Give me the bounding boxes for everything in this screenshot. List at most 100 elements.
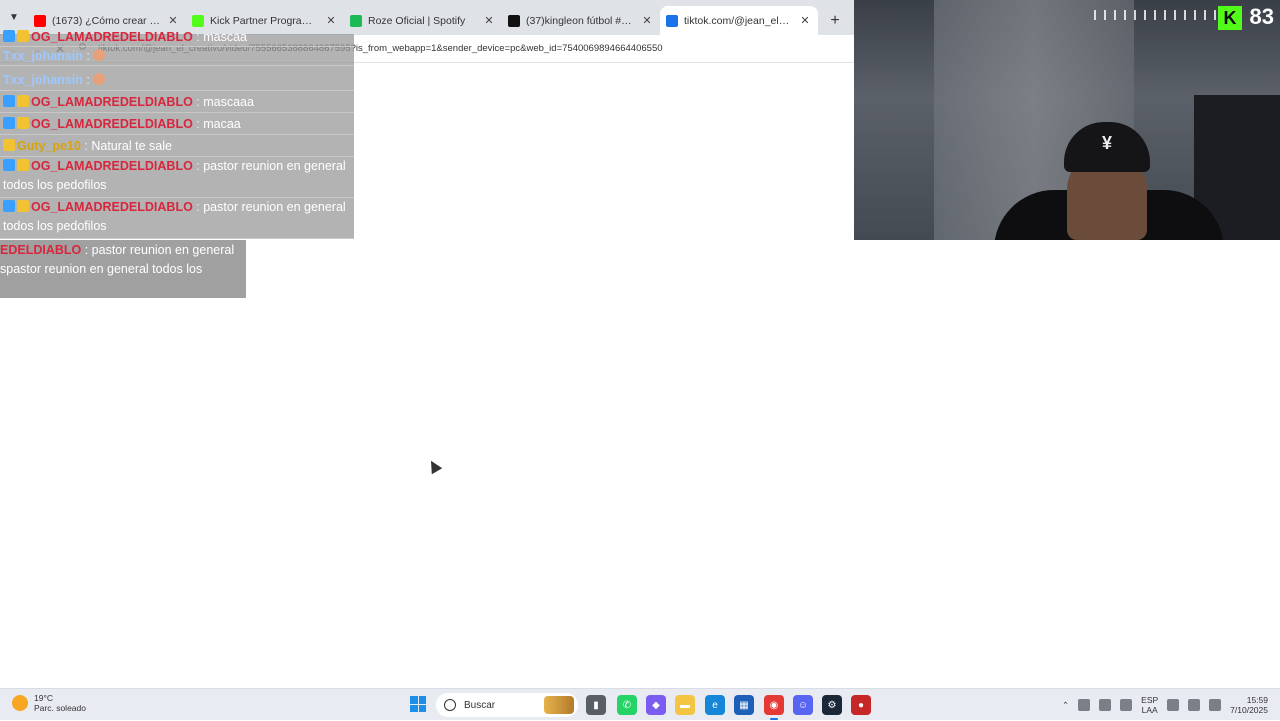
chat-message: OG_LAMADREDELDIABLO : mascaaa — [0, 91, 354, 113]
close-tab-icon[interactable]: ✕ — [798, 14, 812, 27]
tab-title: Kick Partner Program - Kick Da — [210, 14, 318, 27]
chat-username[interactable]: Guty_pe10 — [17, 139, 81, 153]
chevron-up-icon[interactable]: ⌃ — [1062, 700, 1069, 711]
subscriber-badge-icon — [3, 95, 15, 107]
chat-overlay: OG_LAMADREDELDIABLO : mascaa Txx_johansin… — [0, 30, 354, 239]
weather-widget[interactable]: 19°C Parc. soleado — [12, 693, 86, 713]
weather-icon — [12, 695, 28, 711]
new-tab-button[interactable]: + — [822, 6, 848, 35]
copilot-icon[interactable]: ◆ — [646, 695, 666, 715]
chat-message: OG_LAMADREDELDIABLO : macaa — [0, 113, 354, 135]
close-tab-icon[interactable]: ✕ — [166, 14, 180, 27]
chat-separator: : — [82, 73, 94, 87]
security-icon[interactable] — [1099, 699, 1112, 711]
chat-message: OG_LAMADREDELDIABLO : pastor reunion en … — [0, 157, 354, 198]
clock-date: 7/10/2025 — [1230, 705, 1268, 715]
search-highlight-image — [544, 696, 574, 714]
kick-icon — [192, 14, 204, 27]
browser-tab[interactable]: Roze Oficial | Spotify ✕ — [344, 6, 502, 35]
close-tab-icon[interactable]: ✕ — [640, 14, 654, 27]
language-indicator[interactable]: ESP LAA — [1141, 695, 1158, 715]
chat-text: macaa — [203, 117, 241, 131]
chat-text: Natural te sale — [91, 139, 172, 153]
chat-separator: : — [80, 139, 92, 153]
whatsapp-icon[interactable]: ✆ — [617, 695, 637, 715]
chat-overflow-message: EDELDIABLO : pastor reunion en general s… — [0, 240, 246, 298]
crown-badge-icon — [17, 30, 29, 42]
mouse-cursor — [425, 457, 443, 475]
start-button[interactable] — [410, 696, 426, 712]
chat-username[interactable]: OG_LAMADREDELDIABLO — [31, 117, 193, 131]
subscriber-badge-icon — [3, 117, 15, 129]
emote-icon — [93, 49, 106, 61]
app-icon[interactable]: ● — [851, 695, 871, 715]
system-tray: ⌃ ESP LAA 15:59 7/10/2025 — [1062, 689, 1280, 721]
tab-title: (1673) ¿Cómo crear el mejor se — [52, 14, 160, 27]
tiktok-icon — [508, 14, 520, 27]
file-explorer-icon[interactable]: ▮ — [586, 695, 606, 715]
kick-logo: K — [1218, 6, 1242, 30]
browser-tab[interactable]: (37)kingleon fútbol #kingleonc ✕ — [502, 6, 660, 35]
chat-text-line2: spastor reunion en general todos los — [0, 262, 203, 276]
volume-icon[interactable] — [1188, 699, 1201, 711]
chat-text: mascaa — [203, 30, 248, 44]
tab-title: Roze Oficial | Spotify — [368, 14, 466, 27]
chat-username[interactable]: OG_LAMADREDELDIABLO — [31, 200, 193, 214]
crown-badge-icon — [3, 139, 15, 151]
chat-message: Txx_johansin : — [0, 47, 354, 66]
network-icon[interactable] — [1167, 699, 1180, 711]
crown-badge-icon — [17, 200, 29, 212]
language-code: ESP — [1141, 695, 1159, 705]
webcam-feed: ¥ K 83 — [854, 0, 1280, 240]
chat-username[interactable]: OG_LAMADREDELDIABLO — [31, 30, 193, 44]
chat-separator: : — [82, 49, 94, 63]
folder-icon[interactable]: ▬ — [675, 695, 695, 715]
emote-icon — [93, 73, 106, 85]
chat-username[interactable]: OG_LAMADREDELDIABLO — [31, 159, 193, 173]
chat-separator: : — [81, 243, 92, 257]
clock[interactable]: 15:59 7/10/2025 — [1230, 695, 1268, 715]
taskbar: 19°C Parc. soleado Buscar ▮ ✆ ◆ ▬ e ▦ ◉ ☺ ⚙ ● ⌃ E… — [0, 688, 1280, 720]
tab-title: tiktok.com/@jean_el_creativo/v — [684, 14, 792, 27]
chat-separator: : — [192, 159, 204, 173]
discord-icon[interactable]: ☺ — [793, 695, 813, 715]
chat-username[interactable]: OG_LAMADREDELDIABLO — [31, 95, 193, 109]
spotify-icon — [350, 14, 362, 27]
string-lights — [1094, 10, 1224, 20]
close-tab-icon[interactable]: ✕ — [324, 14, 338, 27]
search-icon — [444, 699, 456, 711]
subscriber-badge-icon — [3, 200, 15, 212]
battery-icon[interactable] — [1209, 699, 1222, 711]
crown-badge-icon — [17, 159, 29, 171]
clock-time: 15:59 — [1246, 695, 1268, 705]
edge-icon[interactable]: e — [705, 695, 725, 715]
chat-username[interactable]: Txx_johansin — [3, 49, 83, 63]
weather-desc: Parc. soleado — [34, 703, 86, 713]
chat-message: Txx_johansin : — [0, 69, 354, 91]
chat-username: EDELDIABLO — [0, 243, 82, 257]
weather-temp: 19°C — [34, 693, 53, 703]
sync-icon[interactable] — [1078, 699, 1091, 711]
microphone-icon[interactable] — [1120, 699, 1133, 711]
search-box[interactable]: Buscar — [436, 693, 578, 717]
tab-title: (37)kingleon fútbol #kingleonc — [526, 14, 634, 27]
chat-username[interactable]: Txx_johansin — [3, 73, 83, 87]
chat-text: pastor reunion en general — [91, 243, 235, 257]
youtube-icon — [34, 14, 46, 27]
chat-separator: : — [192, 200, 204, 214]
chrome-icon[interactable]: ◉ — [764, 695, 784, 720]
chat-separator: : — [192, 95, 204, 109]
steam-icon[interactable]: ⚙ — [822, 695, 842, 715]
browser-tab[interactable]: tiktok.com/@jean_el_creativo/v ✕ — [660, 6, 818, 35]
keyboard-layout: LAA — [1141, 705, 1158, 715]
chat-text: mascaaa — [203, 95, 254, 109]
crown-badge-icon — [17, 117, 29, 129]
crown-badge-icon — [17, 95, 29, 107]
subscriber-badge-icon — [3, 30, 15, 42]
close-tab-icon[interactable]: ✕ — [482, 14, 496, 27]
store-icon[interactable]: ▦ — [734, 695, 754, 715]
cap-logo: ¥ — [1101, 133, 1112, 153]
loading-icon — [666, 14, 678, 27]
subscriber-badge-icon — [3, 159, 15, 171]
chat-message: Guty_pe10 : Natural te sale — [0, 135, 354, 157]
